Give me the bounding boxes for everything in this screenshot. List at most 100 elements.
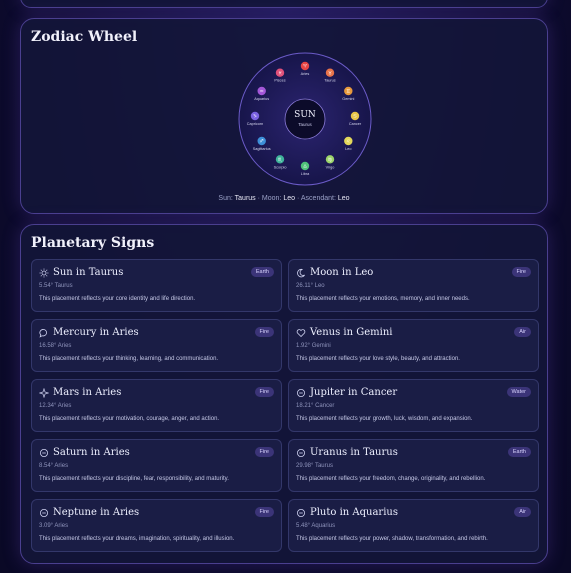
zodiac-sign-label: Leo xyxy=(345,147,351,151)
planet-icon xyxy=(296,508,306,518)
planet-icon xyxy=(296,388,306,398)
planet-card-neptune[interactable]: Neptune in Aries Fire 3.09° Aries This plac… xyxy=(31,499,282,552)
zodiac-wheel-title: Zodiac Wheel xyxy=(31,29,138,45)
card-header: Neptune in Aries xyxy=(39,507,274,518)
card-description: This placement reflects your discipline,… xyxy=(39,476,229,482)
wheel-center-label: SUN xyxy=(294,110,316,120)
zodiac-glyph: ♒ xyxy=(260,90,264,95)
planet-icon xyxy=(39,448,49,458)
card-degree: 1.92° Gemini xyxy=(296,343,331,349)
card-degree: 5.54° Taurus xyxy=(39,283,73,289)
planet-card-saturn[interactable]: Saturn in Aries Fire 8.54° Aries This place… xyxy=(31,439,282,492)
planet-card-moon[interactable]: Moon in Leo Fire 26.11° Leo This placement … xyxy=(288,259,539,312)
card-description: This placement reflects your thinking, l… xyxy=(39,356,219,362)
zodiac-sign-label: Aries xyxy=(301,72,310,76)
card-degree: 3.09° Aries xyxy=(39,523,69,529)
card-title: Mercury in Aries xyxy=(53,327,139,338)
planet-card-mars[interactable]: Mars in Aries Fire 12.34° Aries This placem… xyxy=(31,379,282,432)
card-header: Saturn in Aries xyxy=(39,447,274,458)
card-description: This placement reflects your love style,… xyxy=(296,356,460,362)
card-degree: 16.58° Aries xyxy=(39,343,72,349)
card-description: This placement reflects your dreams, ima… xyxy=(39,536,235,542)
card-degree: 12.34° Aries xyxy=(39,403,72,409)
element-badge: Fire xyxy=(254,507,274,517)
planet-card-mercury[interactable]: Mercury in Aries Fire 16.58° Aries This pla… xyxy=(31,319,282,372)
zodiac-sign-label: Capricorn xyxy=(247,122,263,126)
zodiac-sign-label: Pisces xyxy=(274,79,285,83)
zodiac-glyph: ♎ xyxy=(303,165,307,170)
zodiac-glyph: ♐ xyxy=(260,139,264,145)
element-badge: Fire xyxy=(254,447,274,457)
card-title: Venus in Gemini xyxy=(310,327,393,338)
card-description: This placement reflects your emotions, m… xyxy=(296,296,470,302)
card-header: Moon in Leo xyxy=(296,267,531,278)
zodiac-wheel-panel: Zodiac Wheel SUN Taurus ♓ Pisces ♈ Aries ♉ Ta… xyxy=(20,18,548,214)
zodiac-glyph: ♊ xyxy=(346,89,350,95)
zodiac-sign-label: Sagittarius xyxy=(253,147,271,151)
zodiac-glyph: ♏ xyxy=(278,157,282,163)
element-badge: Earth xyxy=(250,267,274,277)
card-header: Sun in Taurus xyxy=(39,267,274,278)
planetary-signs-grid: Sun in Taurus Earth 5.54° Taurus This place… xyxy=(31,259,539,552)
card-description: This placement reflects your freedom, ch… xyxy=(296,476,486,482)
chat-icon xyxy=(39,328,49,338)
zodiac-glyph: ♋ xyxy=(353,114,357,120)
planet-card-jupiter[interactable]: Jupiter in Cancer Water 18.21° Cancer This … xyxy=(288,379,539,432)
wheel-center-sub: Taurus xyxy=(298,122,312,127)
zodiac-sign-label: Virgo xyxy=(326,165,335,169)
element-badge: Fire xyxy=(254,387,274,397)
planet-card-venus[interactable]: Venus in Gemini Air 1.92° Gemini This place… xyxy=(288,319,539,372)
zodiac-sign-label: Gemini xyxy=(342,97,354,101)
sun-icon xyxy=(39,268,49,278)
card-header: Mars in Aries xyxy=(39,387,274,398)
card-title: Moon in Leo xyxy=(310,267,374,278)
card-title: Saturn in Aries xyxy=(53,447,130,458)
sun-sign-value: Taurus xyxy=(234,195,256,202)
card-degree: 5.48° Aquarius xyxy=(296,523,336,529)
zodiac-glyph: ♉ xyxy=(328,70,332,76)
card-header: Pluto in Aquarius xyxy=(296,507,531,518)
card-description: This placement reflects your growth, luc… xyxy=(296,416,473,422)
card-degree: 18.21° Cancer xyxy=(296,403,335,409)
card-degree: 26.11° Leo xyxy=(296,283,325,289)
moon-sign-value: Leo xyxy=(283,195,296,202)
card-header: Jupiter in Cancer xyxy=(296,387,531,398)
moon-icon xyxy=(296,268,306,278)
card-header: Mercury in Aries xyxy=(39,327,274,338)
element-badge: Water xyxy=(506,387,531,397)
planet-card-sun[interactable]: Sun in Taurus Earth 5.54° Taurus This place… xyxy=(31,259,282,312)
card-header: Venus in Gemini xyxy=(296,327,531,338)
element-badge: Air xyxy=(514,327,531,337)
card-title: Mars in Aries xyxy=(53,387,122,398)
ascendant-value: Leo xyxy=(337,195,350,202)
card-title: Sun in Taurus xyxy=(53,267,124,278)
planetary-signs-panel: Planetary Signs Sun in Taurus Earth 5.54° … xyxy=(20,224,548,564)
element-badge: Fire xyxy=(511,267,531,277)
card-degree: 8.54° Aries xyxy=(39,463,69,469)
card-title: Neptune in Aries xyxy=(53,507,140,518)
card-title: Jupiter in Cancer xyxy=(310,387,398,398)
zodiac-sign-leo[interactable]: ♌ Leo xyxy=(344,136,353,151)
card-description: This placement reflects your core identi… xyxy=(39,296,196,302)
card-title: Pluto in Aquarius xyxy=(310,507,398,518)
zodiac-sign-label: Taurus xyxy=(324,79,335,83)
planetary-signs-title: Planetary Signs xyxy=(31,235,155,251)
zodiac-glyph: ♌ xyxy=(346,139,350,145)
zodiac-sign-label: Cancer xyxy=(349,122,362,126)
heart-icon xyxy=(296,328,306,338)
zodiac-wheel: SUN Taurus ♓Pisces♈Aries ♉Taurus♊Gemini♋C… xyxy=(238,52,372,186)
card-title: Uranus in Taurus xyxy=(310,447,398,458)
zodiac-sign-label: Aquarius xyxy=(254,97,269,101)
zodiac-glyph: ♑ xyxy=(253,114,257,120)
star-icon xyxy=(39,387,49,398)
zodiac-glyph: ♍ xyxy=(328,157,332,163)
planet-card-pluto[interactable]: Pluto in Aquarius Air 5.48° Aquarius This p… xyxy=(288,499,539,552)
card-description: This placement reflects your power, shad… xyxy=(296,536,488,542)
planet-card-uranus[interactable]: Uranus in Taurus Earth 29.98° Taurus This p… xyxy=(288,439,539,492)
planet-icon xyxy=(39,508,49,518)
wheel-summary: Sun: Taurus · Moon: Leo · Ascendant: Leo xyxy=(218,195,350,202)
previous-panel xyxy=(20,0,548,8)
planet-icon xyxy=(296,448,306,458)
zodiac-sign-label: Scorpio xyxy=(274,165,287,169)
card-description: This placement reflects your motivation,… xyxy=(39,416,220,422)
